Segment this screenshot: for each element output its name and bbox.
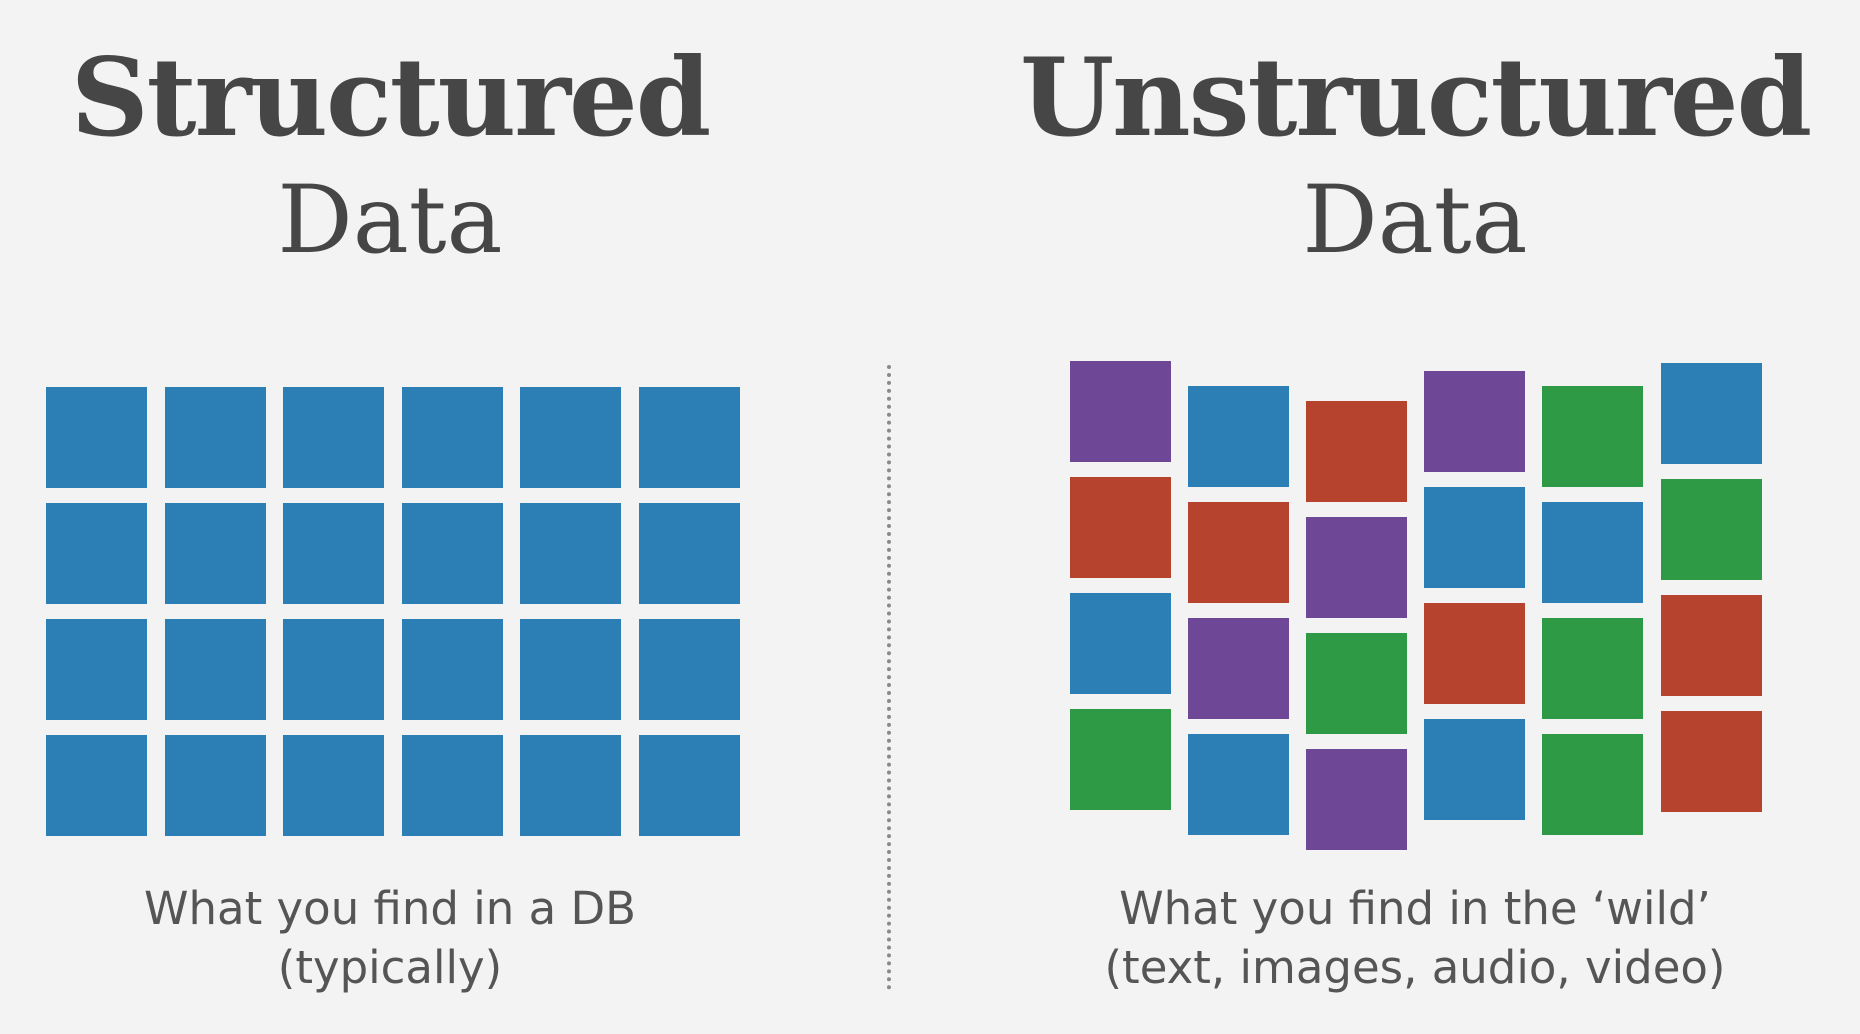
structured-block	[638, 735, 740, 836]
structured-block	[401, 619, 503, 720]
unstructured-block-green	[1661, 479, 1762, 580]
unstructured-block-red	[1661, 711, 1762, 812]
unstructured-block-green	[1542, 618, 1643, 719]
structured-caption-line-1: What you find in a DB	[144, 882, 636, 935]
dotted-divider	[887, 365, 891, 990]
structured-block	[638, 387, 740, 488]
structured-block	[164, 619, 266, 720]
unstructured-block-purple	[1424, 371, 1525, 472]
structured-block	[638, 503, 740, 604]
unstructured-block-green	[1542, 386, 1643, 487]
structured-block	[164, 503, 266, 604]
structured-block	[520, 735, 621, 836]
structured-block	[283, 735, 384, 836]
structured-block	[164, 387, 266, 488]
unstructured-block-blue	[1542, 502, 1643, 603]
unstructured-block-purple	[1306, 517, 1407, 618]
structured-block	[283, 619, 384, 720]
structured-title-light: Data	[277, 166, 503, 275]
unstructured-block-blue	[1070, 593, 1171, 694]
unstructured-block-red	[1306, 401, 1407, 502]
unstructured-data-title: Unstructured Data	[1020, 35, 1812, 275]
unstructured-block-red	[1424, 603, 1525, 704]
unstructured-caption-line-2: (text, images, audio, video)	[1104, 940, 1726, 994]
unstructured-block-blue	[1424, 719, 1525, 820]
unstructured-block-blue	[1188, 386, 1289, 487]
unstructured-block-purple	[1188, 618, 1289, 719]
unstructured-block-red	[1070, 477, 1171, 578]
structured-caption-line-2: (typically)	[277, 940, 503, 994]
unstructured-block-green	[1542, 734, 1643, 835]
unstructured-block-purple	[1306, 749, 1407, 850]
unstructured-block-green	[1070, 709, 1171, 810]
structured-block	[520, 503, 621, 604]
structured-block	[638, 619, 740, 720]
unstructured-block-blue	[1661, 363, 1762, 464]
unstructured-block-green	[1306, 633, 1407, 734]
structured-block	[401, 503, 503, 604]
unstructured-block-purple	[1070, 361, 1171, 462]
unstructured-block-blue	[1188, 734, 1289, 835]
unstructured-block-red	[1188, 502, 1289, 603]
structured-block	[401, 735, 503, 836]
unstructured-title-light: Data	[1302, 166, 1528, 275]
structured-block	[164, 735, 266, 836]
structured-data-title: Structured Data	[40, 44, 740, 268]
structured-block	[46, 387, 147, 488]
unstructured-caption: What you find in the ‘wild’ (text, image…	[1000, 880, 1830, 997]
structured-caption: What you find in a DB (typically)	[40, 880, 740, 997]
structured-block	[520, 619, 621, 720]
structured-block	[283, 503, 384, 604]
unstructured-caption-line-1: What you find in the ‘wild’	[1119, 882, 1711, 935]
structured-block	[46, 735, 147, 836]
structured-block	[46, 503, 147, 604]
unstructured-title-bold: Unstructured	[1020, 35, 1812, 161]
structured-block	[46, 619, 147, 720]
structured-block	[520, 387, 621, 488]
structured-block	[283, 387, 384, 488]
unstructured-block-blue	[1424, 487, 1525, 588]
structured-title-bold: Structured	[70, 35, 712, 161]
unstructured-block-red	[1661, 595, 1762, 696]
structured-block	[401, 387, 503, 488]
